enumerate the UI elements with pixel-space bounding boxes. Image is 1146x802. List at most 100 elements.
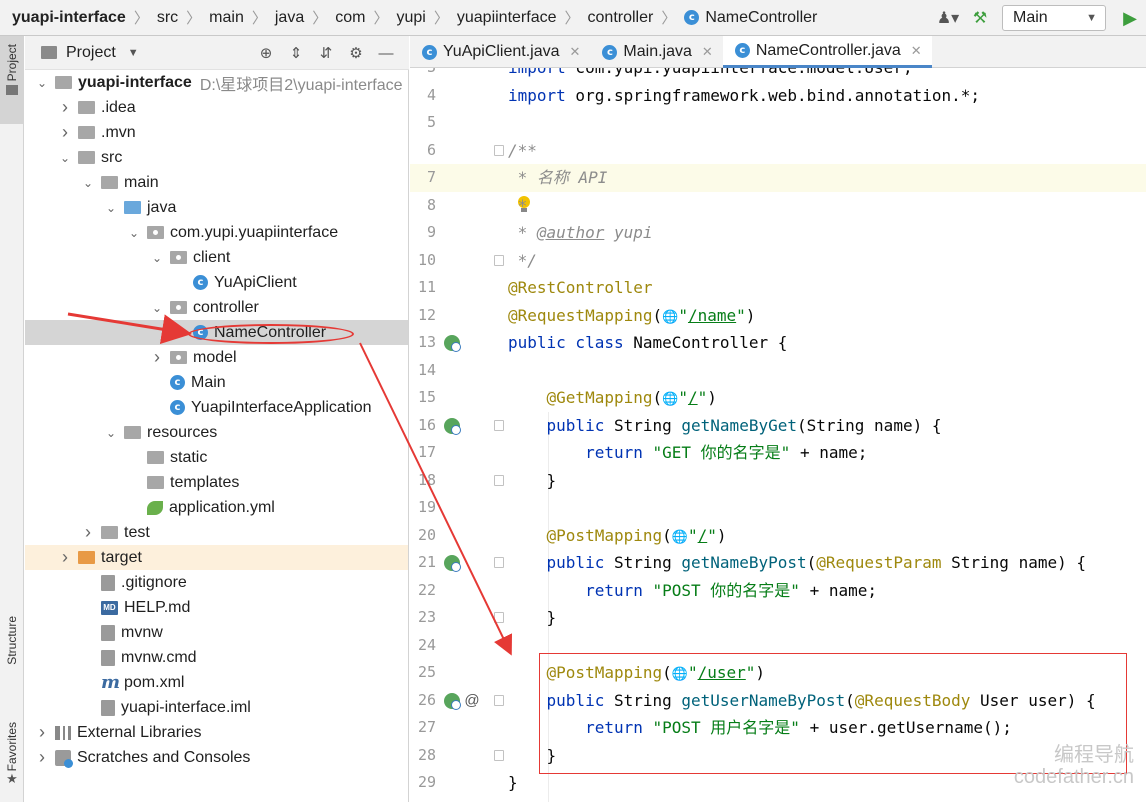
chevron-down-icon[interactable]: ⌄ xyxy=(58,151,72,165)
project-tool-tab[interactable]: Project xyxy=(0,36,24,124)
code-line[interactable]: 12 @RequestMapping(🌐"/name") xyxy=(410,302,1146,330)
code-line[interactable]: 19 xyxy=(410,494,1146,522)
chevron-down-icon[interactable]: ⌄ xyxy=(150,301,164,315)
code-line[interactable]: 25 @PostMapping(🌐"/user") xyxy=(410,659,1146,687)
code-line[interactable]: 9 * @author yupi xyxy=(410,219,1146,247)
fold-marker-icon[interactable] xyxy=(494,419,504,431)
code-line[interactable]: 24 xyxy=(410,632,1146,660)
spring-bean-icon[interactable] xyxy=(444,555,461,572)
breadcrumb-item[interactable]: c NameController xyxy=(684,0,817,36)
code-line[interactable]: 8 * xyxy=(410,192,1146,220)
tree-item[interactable]: ›cMain xyxy=(25,370,408,395)
fold-marker-icon[interactable] xyxy=(494,254,504,266)
code-line[interactable]: 29} xyxy=(410,769,1146,797)
close-icon[interactable]: ✕ xyxy=(911,43,922,59)
tree-item[interactable]: ›cNameController xyxy=(25,320,408,345)
code-line[interactable]: 3 import com.yupi.yuapiinterface.model.Us… xyxy=(410,68,1146,82)
code-line[interactable]: 5 xyxy=(410,109,1146,137)
breadcrumb-item[interactable]: yuapi-interface xyxy=(12,0,126,36)
fold-marker-icon[interactable] xyxy=(494,612,504,623)
breadcrumb-item[interactable]: yupi xyxy=(397,0,426,36)
run-configuration-select[interactable]: Main ▼ xyxy=(1002,5,1106,31)
chevron-right-icon[interactable]: › xyxy=(81,522,95,543)
close-icon[interactable]: ✕ xyxy=(570,44,581,60)
code-line[interactable]: 22 return "POST 你的名字是" + name; xyxy=(410,577,1146,605)
code-line[interactable]: 7 * 名称 API xyxy=(410,164,1146,192)
tree-item[interactable]: › External Libraries xyxy=(25,720,408,745)
code-line[interactable]: 18 } xyxy=(410,467,1146,495)
expand-all-icon[interactable]: ⇕ xyxy=(281,44,311,62)
editor-tab[interactable]: c NameController.java ✕ xyxy=(722,36,932,68)
fold-marker-icon[interactable] xyxy=(494,144,504,156)
breadcrumb-item[interactable]: controller xyxy=(588,0,654,36)
code-line[interactable]: 20 @PostMapping(🌐"/") xyxy=(410,522,1146,550)
tree-item[interactable]: ›MDHELP.md xyxy=(25,595,408,620)
code-line[interactable]: 14 xyxy=(410,357,1146,385)
chevron-right-icon[interactable]: › xyxy=(35,722,49,743)
chevron-right-icon[interactable]: › xyxy=(58,547,72,568)
spring-bean-icon[interactable] xyxy=(444,417,461,435)
tree-item[interactable]: ⌄ java xyxy=(25,195,408,220)
tree-item[interactable]: › model xyxy=(25,345,408,370)
editor-tab[interactable]: c YuApiClient.java ✕ xyxy=(410,36,590,68)
chevron-down-icon[interactable]: ⌄ xyxy=(35,76,49,90)
code-line[interactable]: 26 @ public String getUserNameByPost(@Req… xyxy=(410,687,1146,715)
code-line[interactable]: 27 return "POST 用户名字是" + user.getUsernam… xyxy=(410,714,1146,742)
fold-marker-icon[interactable] xyxy=(494,749,504,761)
tree-item[interactable]: ⌄ com.yupi.yuapiinterface xyxy=(25,220,408,245)
code-line[interactable]: 4 import org.springframework.web.bind.ann… xyxy=(410,82,1146,110)
chevron-right-icon[interactable]: › xyxy=(58,97,72,118)
breadcrumb-item[interactable]: src xyxy=(157,0,178,36)
tree-item[interactable]: ›mvnw.cmd xyxy=(25,645,408,670)
code-line[interactable]: 21 public String getNameByPost(@RequestP… xyxy=(410,549,1146,577)
code-line[interactable]: 15 @GetMapping(🌐"/") xyxy=(410,384,1146,412)
tree-item[interactable]: › Scratches and Consoles xyxy=(25,745,408,770)
breadcrumb-item[interactable]: com xyxy=(335,0,365,36)
locate-icon[interactable]: ⊕ xyxy=(251,44,281,62)
code-line[interactable]: 6 /** xyxy=(410,137,1146,165)
tree-item[interactable]: ›application.yml xyxy=(25,495,408,520)
tree-item[interactable]: ⌄ main xyxy=(25,170,408,195)
tree-item[interactable]: ⌄ yuapi-interface D:\星球项目2\yuapi-interface xyxy=(25,70,408,95)
tree-item[interactable]: ›yuapi-interface.iml xyxy=(25,695,408,720)
tree-item[interactable]: › test xyxy=(25,520,408,545)
tree-item[interactable]: ›templates xyxy=(25,470,408,495)
breadcrumb-item[interactable]: main xyxy=(209,0,244,36)
chevron-down-icon[interactable]: ⌄ xyxy=(81,176,95,190)
chevron-right-icon[interactable]: › xyxy=(35,747,49,768)
tree-item[interactable]: ⌄ client xyxy=(25,245,408,270)
tree-item[interactable]: › .mvn xyxy=(25,120,408,145)
code-line[interactable]: 16 public String getNameByGet(String nam… xyxy=(410,412,1146,440)
chevron-down-icon[interactable]: ⌄ xyxy=(150,251,164,265)
tree-item[interactable]: ›cYuApiClient xyxy=(25,270,408,295)
tree-item[interactable]: ›mvnw xyxy=(25,620,408,645)
tree-item[interactable]: ›cYuapiInterfaceApplication xyxy=(25,395,408,420)
at-annotation-icon[interactable]: @ xyxy=(464,692,480,709)
user-icon[interactable]: ♟▾ xyxy=(935,5,961,31)
code-line[interactable]: 11 @RestController xyxy=(410,274,1146,302)
spring-bean-icon[interactable] xyxy=(444,692,461,710)
gear-icon[interactable]: ⚙ xyxy=(341,44,371,62)
code-line[interactable]: 28 } xyxy=(410,742,1146,770)
tree-item[interactable]: ›static xyxy=(25,445,408,470)
run-icon[interactable]: ▶ xyxy=(1117,5,1143,31)
project-view-selector[interactable]: Project ▼ xyxy=(25,44,139,62)
tree-item[interactable]: ›.gitignore xyxy=(25,570,408,595)
editor-tab[interactable]: c Main.java ✕ xyxy=(590,36,722,68)
code-line[interactable]: 23 } xyxy=(410,604,1146,632)
code-line[interactable]: 17 return "GET 你的名字是" + name; xyxy=(410,439,1146,467)
tree-item[interactable]: ⌄ controller xyxy=(25,295,408,320)
code-line[interactable]: 10 */ xyxy=(410,247,1146,275)
fold-marker-icon[interactable] xyxy=(494,474,504,486)
chevron-right-icon[interactable]: › xyxy=(58,122,72,143)
close-icon[interactable]: ✕ xyxy=(702,44,713,60)
structure-tool-tab[interactable]: Structure xyxy=(0,616,24,716)
chevron-right-icon[interactable]: › xyxy=(150,347,164,368)
code-editor[interactable]: 3 import com.yupi.yuapiinterface.model.Us… xyxy=(410,68,1146,802)
hide-icon[interactable]: — xyxy=(371,45,401,62)
tree-item[interactable]: ⌄ src xyxy=(25,145,408,170)
chevron-down-icon[interactable]: ⌄ xyxy=(104,426,118,440)
breadcrumb-item[interactable]: java xyxy=(275,0,304,36)
spring-bean-icon[interactable] xyxy=(444,335,461,352)
breadcrumb-item[interactable]: yuapiinterface xyxy=(457,0,557,36)
